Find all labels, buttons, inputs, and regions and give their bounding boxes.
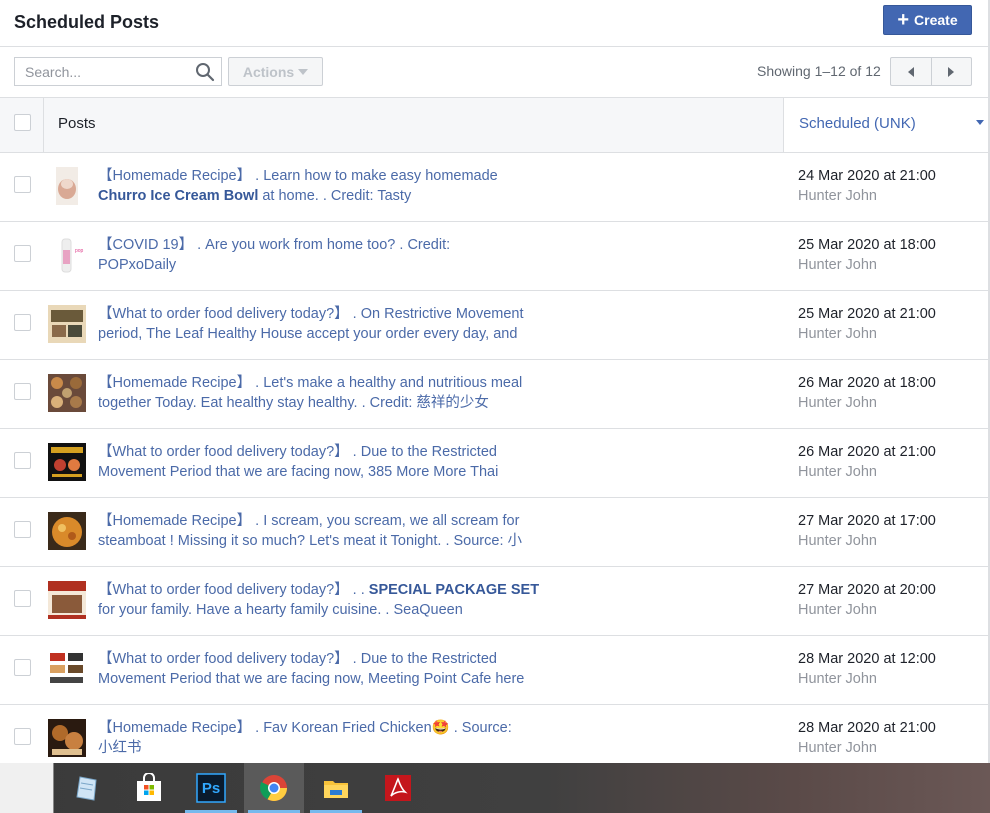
taskbar-store-app[interactable]	[119, 763, 179, 813]
page-title: Scheduled Posts	[14, 12, 160, 32]
scheduled-by: Hunter John	[798, 671, 877, 687]
search-input[interactable]	[15, 58, 185, 85]
post-list: 【Homemade Recipe】 . Learn how to make ea…	[0, 153, 988, 763]
scheduled-time: 28 Mar 2020 at 21:00	[798, 720, 936, 736]
row-checkbox[interactable]	[14, 314, 31, 331]
chevron-right-icon	[948, 66, 955, 77]
table-row: 【What to order food delivery today?】 . D…	[0, 429, 988, 498]
taskbar-photoshop-app[interactable]: Ps	[181, 763, 241, 813]
select-all-cell	[0, 98, 44, 152]
post-thumbnail[interactable]	[48, 650, 86, 688]
row-checkbox[interactable]	[14, 245, 31, 262]
scheduled-time: 26 Mar 2020 at 21:00	[798, 444, 936, 460]
notes-icon	[76, 776, 97, 801]
create-button[interactable]: + Create	[883, 5, 972, 35]
post-text[interactable]: 【Homemade Recipe】 . Let's make a healthy…	[98, 373, 558, 413]
scheduled-time: 28 Mar 2020 at 12:00	[798, 651, 936, 667]
table-row: 【Homemade Recipe】 . Learn how to make ea…	[0, 153, 988, 222]
row-checkbox[interactable]	[14, 590, 31, 607]
post-thumbnail[interactable]	[48, 581, 86, 619]
taskbar-acrobat-app[interactable]	[368, 763, 428, 813]
plus-icon: +	[897, 9, 910, 31]
scheduled-by: Hunter John	[798, 740, 877, 756]
taskbar-file-explorer-app[interactable]	[306, 763, 366, 813]
table-header: Posts Scheduled (UNK)	[0, 98, 988, 153]
page-header: Scheduled Posts + Create	[0, 0, 988, 47]
chevron-left-icon	[907, 66, 914, 77]
table-row: 【What to order food delivery today?】 . D…	[0, 636, 988, 705]
post-text[interactable]: 【Homemade Recipe】 . Learn how to make ea…	[98, 166, 558, 206]
scheduled-time: 25 Mar 2020 at 21:00	[798, 306, 936, 322]
photoshop-label: Ps	[201, 779, 221, 797]
column-header-scheduled-label: Scheduled (UNK)	[799, 115, 916, 132]
taskbar-notes-app[interactable]	[57, 763, 117, 813]
post-text[interactable]: 【What to order food delivery today?】 . .…	[98, 580, 558, 620]
row-checkbox[interactable]	[14, 728, 31, 745]
windows-taskbar: Ps	[0, 763, 990, 813]
post-thumbnail[interactable]	[48, 305, 86, 343]
pagination	[890, 57, 972, 86]
select-all-checkbox[interactable]	[14, 114, 31, 131]
actions-label: Actions	[242, 63, 295, 80]
post-thumbnail[interactable]	[48, 374, 86, 412]
post-thumbnail[interactable]	[48, 719, 86, 757]
scheduled-by: Hunter John	[798, 326, 877, 342]
table-row: 【Homemade Recipe】 . Let's make a healthy…	[0, 360, 988, 429]
scheduled-time: 25 Mar 2020 at 18:00	[798, 237, 936, 253]
create-button-label: Create	[914, 12, 958, 28]
post-thumbnail[interactable]	[48, 443, 86, 481]
chrome-icon	[260, 775, 288, 802]
column-header-posts: Posts	[58, 115, 96, 132]
row-checkbox[interactable]	[14, 176, 31, 193]
scheduled-by: Hunter John	[798, 188, 877, 204]
scheduled-time: 27 Mar 2020 at 20:00	[798, 582, 936, 598]
row-checkbox[interactable]	[14, 659, 31, 676]
post-text[interactable]: 【What to order food delivery today?】 . O…	[98, 304, 558, 344]
pagination-summary: Showing 1–12 of 12	[757, 63, 881, 79]
post-text[interactable]: 【Homemade Recipe】 . I scream, you scream…	[98, 511, 558, 551]
search-box	[14, 57, 222, 86]
row-checkbox[interactable]	[14, 521, 31, 538]
post-text[interactable]: 【Homemade Recipe】 . Fav Korean Fried Chi…	[98, 718, 558, 758]
row-checkbox[interactable]	[14, 383, 31, 400]
table-row: 【What to order food delivery today?】 . O…	[0, 291, 988, 360]
taskbar-chrome-app[interactable]	[244, 763, 304, 813]
table-row: 【Homemade Recipe】 . I scream, you scream…	[0, 498, 988, 567]
scheduled-time: 26 Mar 2020 at 18:00	[798, 375, 936, 391]
post-thumbnail[interactable]: pop	[48, 236, 86, 274]
store-icon	[137, 773, 161, 801]
acrobat-icon	[385, 775, 411, 801]
scheduled-time: 27 Mar 2020 at 17:00	[798, 513, 936, 529]
chevron-down-icon	[298, 68, 309, 75]
file-explorer-icon	[324, 781, 348, 798]
post-text[interactable]: 【COVID 19】 . Are you work from home too?…	[98, 235, 558, 275]
next-page-button[interactable]	[932, 58, 972, 85]
post-thumbnail[interactable]	[48, 167, 86, 205]
post-text[interactable]: 【What to order food delivery today?】 . D…	[98, 649, 558, 689]
scheduled-by: Hunter John	[798, 602, 877, 618]
scheduled-by: Hunter John	[798, 464, 877, 480]
row-checkbox[interactable]	[14, 452, 31, 469]
post-text[interactable]: 【What to order food delivery today?】 . D…	[98, 442, 558, 482]
scheduled-by: Hunter John	[798, 395, 877, 411]
svg-text:pop: pop	[75, 248, 84, 254]
post-thumbnail[interactable]	[48, 512, 86, 550]
toolbar: Actions Showing 1–12 of 12	[0, 47, 988, 98]
sort-desc-icon	[976, 120, 984, 125]
search-icon[interactable]	[195, 62, 215, 82]
scheduled-time: 24 Mar 2020 at 21:00	[798, 168, 936, 184]
actions-dropdown[interactable]: Actions	[228, 57, 323, 86]
table-row: 【Homemade Recipe】 . Fav Korean Fried Chi…	[0, 705, 988, 763]
taskbar-start-area[interactable]	[0, 763, 54, 813]
scheduled-by: Hunter John	[798, 533, 877, 549]
table-row: 【What to order food delivery today?】 . .…	[0, 567, 988, 636]
scheduled-by: Hunter John	[798, 257, 877, 273]
column-header-scheduled[interactable]: Scheduled (UNK)	[783, 98, 988, 152]
previous-page-button[interactable]	[891, 58, 932, 85]
table-row: pop 【COVID 19】 . Are you work from home …	[0, 222, 988, 291]
